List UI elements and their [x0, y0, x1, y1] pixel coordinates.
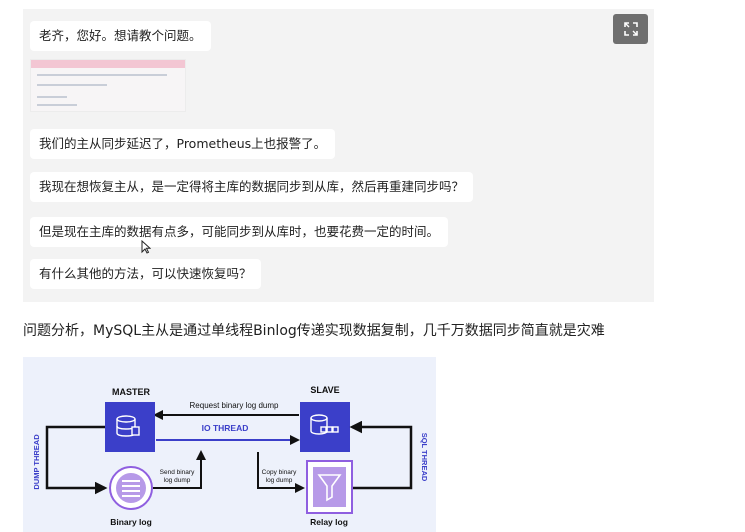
send-label-line2: log dump [164, 477, 191, 484]
expand-icon [623, 22, 638, 36]
master-label: MASTER [112, 387, 151, 397]
dump-thread-label: DUMP THREAD [32, 434, 41, 490]
chat-message: 我们的主从同步延迟了，Prometheus上也报警了。 [30, 129, 336, 159]
relay-log-label: Relay log [310, 517, 348, 527]
copy-label-line2: log dump [266, 477, 293, 484]
sql-thread-arrow [349, 420, 413, 490]
chat-message: 有什么其他的方法，可以快速恢复吗？ [30, 259, 261, 289]
expand-button[interactable] [613, 14, 648, 44]
send-label-line1: Send binary [160, 469, 195, 476]
request-label: Request binary log dump [190, 401, 279, 410]
chat-message: 老齐，您好。想请教个问题。 [30, 21, 211, 51]
chat-panel: 老齐，您好。想请教个问题。 我们的主从同步延迟了，Prometheus上也报警了… [23, 9, 654, 302]
thumbnail-line [37, 104, 77, 106]
chat-message: 我现在想恢复主从，是一定得将主库的数据同步到从库，然后再重建同步吗？ [30, 172, 474, 202]
binary-log-label: Binary log [110, 517, 152, 527]
copy-label-line1: Copy binary [262, 469, 297, 476]
slave-label: SLAVE [310, 385, 339, 395]
thumbnail-header-bar [31, 60, 185, 68]
screenshot-thumbnail[interactable] [30, 59, 186, 112]
mouse-cursor-icon [141, 240, 151, 254]
relay-log-icon-inner [313, 467, 346, 507]
master-server-box [105, 402, 155, 452]
replication-diagram-svg: MASTER SLAVE Request binary log dump IO … [32, 385, 429, 527]
binary-log-icon-inner [116, 473, 146, 503]
dump-thread-arrow [45, 425, 108, 495]
chat-message: 但是现在主库的数据有点多，可能同步到从库时，也要花费一定的时间。 [30, 217, 449, 247]
replication-diagram: MASTER SLAVE Request binary log dump IO … [23, 357, 436, 532]
sql-thread-label: SQL THREAD [420, 433, 429, 482]
thumbnail-line [37, 96, 67, 98]
analysis-text: 问题分析，MySQL主从是通过单线程Binlog传递实现数据复制，几千万数据同步… [23, 323, 605, 339]
thumbnail-line [37, 84, 107, 86]
io-thread-label: IO THREAD [202, 423, 249, 433]
thumbnail-line [37, 74, 167, 76]
